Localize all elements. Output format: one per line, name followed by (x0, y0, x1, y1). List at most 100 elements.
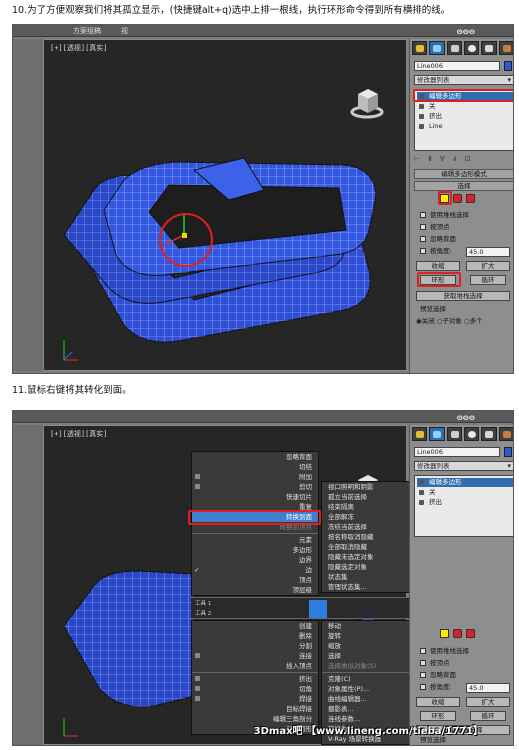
menu-item[interactable]: 插入顶点 (192, 661, 318, 671)
modifier-list-dropdown[interactable]: 修改器列表 (414, 461, 513, 471)
menu-item[interactable]: 忽略背面 (192, 452, 318, 462)
grow-button[interactable]: 扩大 (466, 697, 510, 707)
preview-subobject[interactable]: ○子对象 (437, 317, 462, 325)
model-render (63, 89, 384, 361)
stack-tools[interactable]: ⊢ Ⅱ ∀ ∂ ⊡ (414, 155, 513, 165)
loop-button[interactable]: 循环 (470, 711, 506, 721)
watermark: 3Dmax吧 【www.lineng.com/tieba/1771】 (253, 726, 483, 737)
angle-field[interactable]: 45.0 (466, 683, 510, 693)
command-panel: Line006 修改器列表 编辑多边形 关 挤出 Line ⊢ Ⅱ ∀ ∂ ⊡ … (409, 39, 513, 373)
quad-menu-bottom-left: 创建 删除 分割 连接 插入顶点 挤出 切角 焊接 目标焊接 编辑三角剖分 创建… (191, 620, 319, 735)
logo: ⵙⵙⵙ (456, 414, 475, 422)
menu-item[interactable]: 快速切片 (192, 492, 318, 502)
tab-bar: 方案组稿 视 (13, 25, 513, 37)
polygon-icon[interactable] (466, 629, 475, 638)
menu-item[interactable]: 边界 (192, 555, 318, 565)
create-tab-icon[interactable] (412, 427, 428, 441)
object-name-field[interactable]: Line006 (414, 447, 500, 457)
hierarchy-tab-icon[interactable] (446, 427, 462, 441)
display-tab-icon[interactable] (481, 427, 497, 441)
modify-tab-icon[interactable] (429, 41, 445, 55)
grow-button[interactable]: 扩大 (466, 261, 510, 271)
preview-options: ◉关闭 ○子对象 ○多个 (416, 317, 483, 326)
modify-tab-icon[interactable] (429, 427, 445, 441)
object-color-swatch[interactable] (504, 61, 512, 71)
modifier-stack[interactable]: 编辑多边形 关 挤出 (414, 475, 513, 537)
option-by-vertex[interactable]: 按顶点 (420, 659, 450, 668)
convert-to-face-callout (188, 510, 321, 525)
element-icon[interactable] (453, 194, 462, 203)
display-tab-icon[interactable] (481, 41, 497, 55)
menu-item[interactable]: 创建 (192, 621, 318, 631)
logo: ⵙⵙⵙ (456, 28, 475, 36)
stack-item-extrude[interactable]: 挤出 (417, 112, 513, 121)
menu-item[interactable]: 附加 (192, 472, 318, 482)
motion-tab-icon[interactable] (463, 41, 480, 55)
utilities-tab-icon[interactable] (498, 427, 513, 441)
left-toolbar (13, 425, 43, 745)
menu-item[interactable]: 切角 (192, 684, 318, 694)
menu-item[interactable]: 顶点 (192, 575, 318, 585)
tab-item[interactable]: 方案组稿 (73, 26, 101, 36)
option-stack-select[interactable]: 使用堆栈选择 (420, 211, 469, 220)
create-tab-icon[interactable] (412, 41, 428, 55)
edge-mode-callout (438, 191, 452, 205)
stack-item-edit-poly[interactable]: 编辑多边形 (417, 478, 513, 487)
viewport[interactable]: [+][透视][真实] (43, 39, 407, 371)
stack-item-line[interactable]: Line (417, 122, 513, 131)
left-toolbar (13, 39, 43, 371)
utilities-tab-icon[interactable] (498, 41, 513, 55)
motion-tab-icon[interactable] (463, 427, 480, 441)
menu-item[interactable]: 连接 (192, 651, 318, 661)
menu-item[interactable]: 剪切 (192, 482, 318, 492)
menu-item[interactable]: 元素 (192, 535, 318, 545)
option-by-vertex[interactable]: 按顶点 (420, 223, 450, 232)
step11-caption: 11.鼠标右键将其转化到面。 (12, 385, 132, 396)
shrink-button[interactable]: 收缩 (416, 261, 460, 271)
menu-item[interactable]: 挤出 (192, 674, 318, 684)
quad-label: 工具 2 (195, 611, 212, 617)
stack-item-off[interactable]: 关 (417, 488, 513, 497)
ring-button[interactable]: 环形 (420, 711, 456, 721)
quad-center-icon[interactable] (309, 600, 327, 618)
tab-item[interactable]: 视 (121, 26, 128, 36)
viewcube-icon[interactable] (350, 89, 384, 119)
panel-tabs (412, 427, 513, 441)
stack-item-off[interactable]: 关 (417, 102, 513, 111)
menu-item[interactable]: 顶层级 (192, 585, 318, 595)
get-stack-selection-button[interactable]: 获取堆栈选择 (416, 291, 510, 301)
option-stack-select[interactable]: 使用堆栈选择 (420, 647, 469, 656)
hierarchy-tab-icon[interactable] (446, 41, 462, 55)
modifier-list-dropdown[interactable]: 修改器列表 (414, 75, 513, 85)
option-by-angle[interactable]: 按角度: (420, 683, 452, 692)
object-color-swatch[interactable] (504, 447, 512, 457)
rollout-edit-poly-mode[interactable]: 编辑多边形模式 (414, 169, 513, 179)
quad-menu-center: 工具 1 工具 2 显示 变换 (191, 597, 445, 619)
rollout-selection[interactable]: 选择 (414, 181, 513, 191)
vertex-icon[interactable] (440, 629, 449, 638)
menu-item[interactable]: 目标焊接 (192, 704, 318, 714)
preview-multi[interactable]: ○多个 (464, 317, 483, 325)
menu-item[interactable]: 焊接 (192, 694, 318, 704)
quad-label: 工具 1 (195, 601, 212, 607)
shrink-button[interactable]: 收缩 (416, 697, 460, 707)
preview-selection-label: 预览选择 (420, 736, 446, 744)
menu-item[interactable]: 切结 (192, 462, 318, 472)
option-ignore-backface[interactable]: 忽略背面 (420, 235, 456, 244)
max-window-step11: ⵙⵙⵙ [+][透视][真实] 忽略背面 切结 附加 剪切 快速切片 重复 转换… (12, 410, 514, 746)
option-by-angle[interactable]: 按角度: (420, 247, 452, 256)
command-panel: Line006 修改器列表 编辑多边形 关 挤出 使用堆栈选择 按顶点 忽略背面… (409, 425, 513, 745)
menu-item[interactable]: 删除 (192, 631, 318, 641)
preview-off[interactable]: ◉关闭 (416, 317, 435, 325)
element-icon[interactable] (453, 629, 462, 638)
preview-selection-label: 预览选择 (420, 305, 446, 313)
angle-field[interactable]: 45.0 (466, 247, 510, 257)
loop-button[interactable]: 循环 (470, 275, 506, 285)
menu-item[interactable]: 分割 (192, 641, 318, 651)
stack-item-extrude[interactable]: 挤出 (417, 498, 513, 507)
menu-item[interactable]: 多边形 (192, 545, 318, 555)
menu-item[interactable]: ✓ 边 (192, 565, 318, 575)
option-ignore-backface[interactable]: 忽略背面 (420, 671, 456, 680)
polygon-icon[interactable] (466, 194, 475, 203)
object-name-field[interactable]: Line006 (414, 61, 500, 71)
